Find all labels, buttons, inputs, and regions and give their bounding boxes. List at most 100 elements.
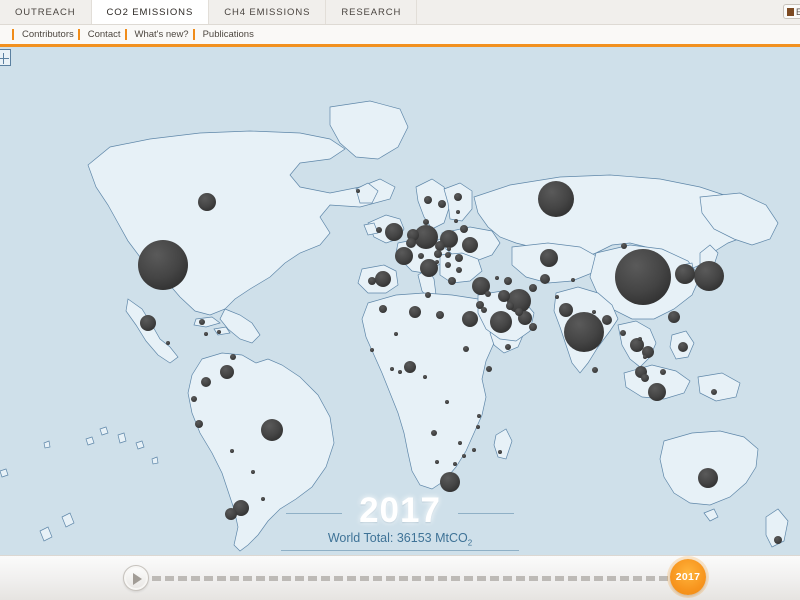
emission-bubble[interactable] [404,361,416,373]
emission-bubble[interactable] [571,278,575,282]
emission-bubble[interactable] [694,261,724,291]
emission-bubble[interactable] [138,240,188,290]
emission-bubble[interactable] [406,238,416,248]
emission-bubble[interactable] [462,311,478,327]
emission-bubble[interactable] [641,374,649,382]
emission-bubble[interactable] [356,189,360,193]
emission-bubble[interactable] [455,254,463,262]
emission-bubble[interactable] [385,223,403,241]
emission-bubble[interactable] [559,303,573,317]
emission-bubble[interactable] [445,252,451,258]
emission-bubble[interactable] [668,311,680,323]
emission-bubble[interactable] [195,420,203,428]
language-selector-button[interactable]: E [783,4,800,19]
emission-bubble[interactable] [460,225,468,233]
emission-bubble[interactable] [529,323,537,331]
emission-bubble[interactable] [540,274,550,284]
emission-bubble[interactable] [774,536,782,544]
emission-bubble[interactable] [648,383,666,401]
emission-bubble[interactable] [505,344,511,350]
emission-bubble[interactable] [418,253,424,259]
emission-bubble[interactable] [592,310,596,314]
emission-bubble[interactable] [261,497,265,501]
emission-bubble[interactable] [458,441,462,445]
emission-bubble[interactable] [602,315,612,325]
emission-bubble[interactable] [409,306,421,318]
play-button[interactable] [123,565,149,591]
emission-bubble[interactable] [485,291,491,297]
emission-bubble[interactable] [630,338,644,352]
emission-bubble[interactable] [515,308,523,316]
emission-bubble[interactable] [454,193,462,201]
emission-bubble[interactable] [529,284,537,292]
nav-item-publications[interactable]: Publications [203,29,254,40]
emission-bubble[interactable] [440,472,460,492]
emission-bubble[interactable] [423,219,429,225]
emission-bubble[interactable] [438,200,446,208]
emission-bubble[interactable] [620,330,626,336]
emission-bubble[interactable] [462,454,466,458]
nav-item-whats-new[interactable]: What's new? [135,29,189,40]
emission-bubble[interactable] [448,277,456,285]
emission-bubble[interactable] [376,227,382,233]
emission-bubble[interactable] [495,276,499,280]
emission-bubble[interactable] [472,448,476,452]
emission-bubble[interactable] [675,264,695,284]
emission-bubble[interactable] [220,365,234,379]
emission-bubble[interactable] [462,237,478,253]
nav-item-contact[interactable]: Contact [88,29,121,40]
emission-bubble[interactable] [395,247,413,265]
emission-bubble[interactable] [711,389,717,395]
emission-bubble[interactable] [204,332,208,336]
tab-outreach[interactable]: OUTREACH [0,0,92,24]
map-stage[interactable]: 2017 World Total: 36153 MtCO2 [0,47,800,555]
emission-bubble[interactable] [261,419,283,441]
emission-bubble[interactable] [621,243,627,249]
emission-bubble[interactable] [506,302,514,310]
emission-bubble[interactable] [199,319,205,325]
emission-bubble[interactable] [394,332,398,336]
emission-bubble[interactable] [481,307,487,313]
emission-bubble[interactable] [456,210,460,214]
emission-bubble[interactable] [477,414,481,418]
emission-bubble[interactable] [540,249,558,267]
emission-bubble[interactable] [370,348,374,352]
emission-bubble[interactable] [445,262,451,268]
emission-bubble[interactable] [615,249,671,305]
tab-co2-emissions[interactable]: CO2 EMISSIONS [91,0,210,24]
emission-bubble[interactable] [379,305,387,313]
emission-bubble[interactable] [498,450,502,454]
emission-bubble[interactable] [476,425,480,429]
tab-research[interactable]: RESEARCH [326,0,418,24]
emission-bubble[interactable] [140,315,156,331]
emission-bubble[interactable] [375,271,391,287]
emission-bubble[interactable] [454,219,458,223]
emission-bubble[interactable] [425,292,431,298]
emission-bubble[interactable] [463,346,469,352]
emission-bubble[interactable] [498,290,510,302]
emission-bubble[interactable] [538,181,574,217]
timeline-handle[interactable]: 2017 [670,559,706,595]
emission-bubble[interactable] [251,470,255,474]
timeline-track[interactable] [152,576,682,581]
emission-bubble[interactable] [504,277,512,285]
emission-bubble[interactable] [230,449,234,453]
emission-bubble[interactable] [217,330,221,334]
emission-bubble[interactable] [424,196,432,204]
emission-bubble[interactable] [368,277,376,285]
emission-bubble[interactable] [390,367,394,371]
emission-bubble[interactable] [678,342,688,352]
emission-bubble[interactable] [230,354,236,360]
emission-bubble[interactable] [456,267,462,273]
emission-bubble[interactable] [225,508,237,520]
emission-bubble[interactable] [698,468,718,488]
emission-bubble[interactable] [435,260,439,264]
tab-ch4-emissions[interactable]: CH4 EMISSIONS [209,0,327,24]
emission-bubble[interactable] [592,367,598,373]
nav-item-contributors[interactable]: Contributors [22,29,74,40]
emission-bubble[interactable] [445,400,449,404]
zoom-in-icon[interactable] [0,49,11,66]
emission-bubble[interactable] [431,430,437,436]
emission-bubble[interactable] [434,250,442,258]
emission-bubble[interactable] [435,241,445,251]
